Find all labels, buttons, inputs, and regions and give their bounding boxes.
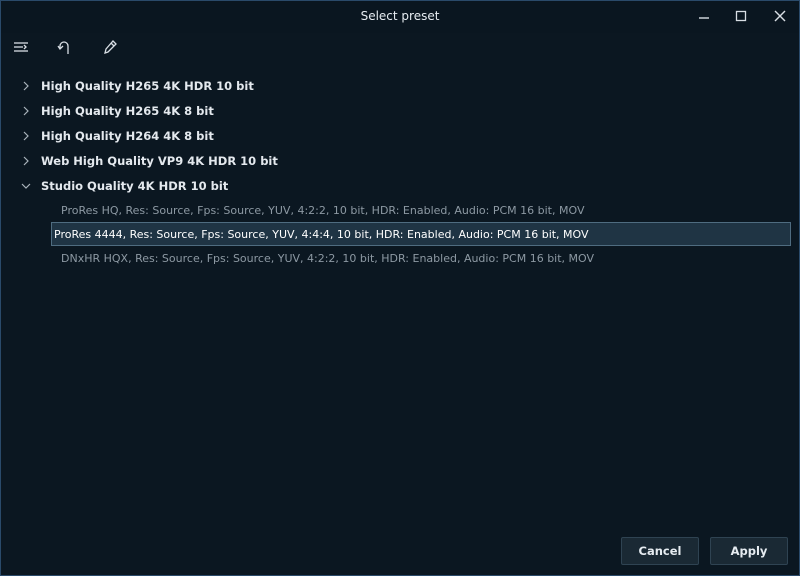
maximize-icon — [735, 10, 747, 22]
edit-pen-icon — [104, 40, 117, 54]
close-icon — [774, 10, 786, 22]
preset-tree: High Quality H265 4K HDR 10 bit High Qua… — [9, 73, 791, 270]
chevron-right-icon — [17, 77, 35, 95]
maximize-button[interactable] — [728, 5, 754, 27]
preset-item-selected[interactable]: ProRes 4444, Res: Source, Fps: Source, Y… — [51, 222, 791, 246]
chevron-right-icon — [17, 102, 35, 120]
preset-item[interactable]: ProRes HQ, Res: Source, Fps: Source, YUV… — [51, 198, 791, 222]
filter-button[interactable] — [9, 35, 33, 59]
apply-button[interactable]: Apply — [710, 537, 788, 565]
filter-list-icon — [14, 42, 28, 52]
group-label: High Quality H265 4K HDR 10 bit — [41, 78, 254, 93]
minimize-button[interactable] — [691, 5, 717, 27]
cancel-button[interactable]: Cancel — [621, 537, 699, 565]
undo-button[interactable] — [54, 35, 78, 59]
chevron-right-icon — [17, 152, 35, 170]
minimize-icon — [699, 17, 709, 19]
toolbar — [1, 33, 799, 61]
select-preset-dialog: Select preset High Quality H265 4K HDR 1… — [0, 0, 800, 576]
chevron-right-icon — [17, 127, 35, 145]
preset-group-expanded[interactable]: Studio Quality 4K HDR 10 bit — [9, 173, 791, 198]
preset-group[interactable]: High Quality H265 4K HDR 10 bit — [9, 73, 791, 98]
group-label: High Quality H264 4K 8 bit — [41, 128, 214, 143]
preset-group[interactable]: Web High Quality VP9 4K HDR 10 bit — [9, 148, 791, 173]
window-title: Select preset — [360, 9, 440, 23]
chevron-down-icon — [17, 177, 35, 195]
edit-button[interactable] — [98, 35, 122, 59]
undo-icon — [57, 41, 69, 54]
preset-group[interactable]: High Quality H264 4K 8 bit — [9, 123, 791, 148]
group-label: High Quality H265 4K 8 bit — [41, 103, 214, 118]
group-label: Studio Quality 4K HDR 10 bit — [41, 178, 229, 193]
title-bar: Select preset — [1, 1, 799, 33]
group-label: Web High Quality VP9 4K HDR 10 bit — [41, 153, 278, 168]
close-button[interactable] — [767, 5, 793, 27]
preset-group[interactable]: High Quality H265 4K 8 bit — [9, 98, 791, 123]
preset-item[interactable]: DNxHR HQX, Res: Source, Fps: Source, YUV… — [51, 246, 791, 270]
